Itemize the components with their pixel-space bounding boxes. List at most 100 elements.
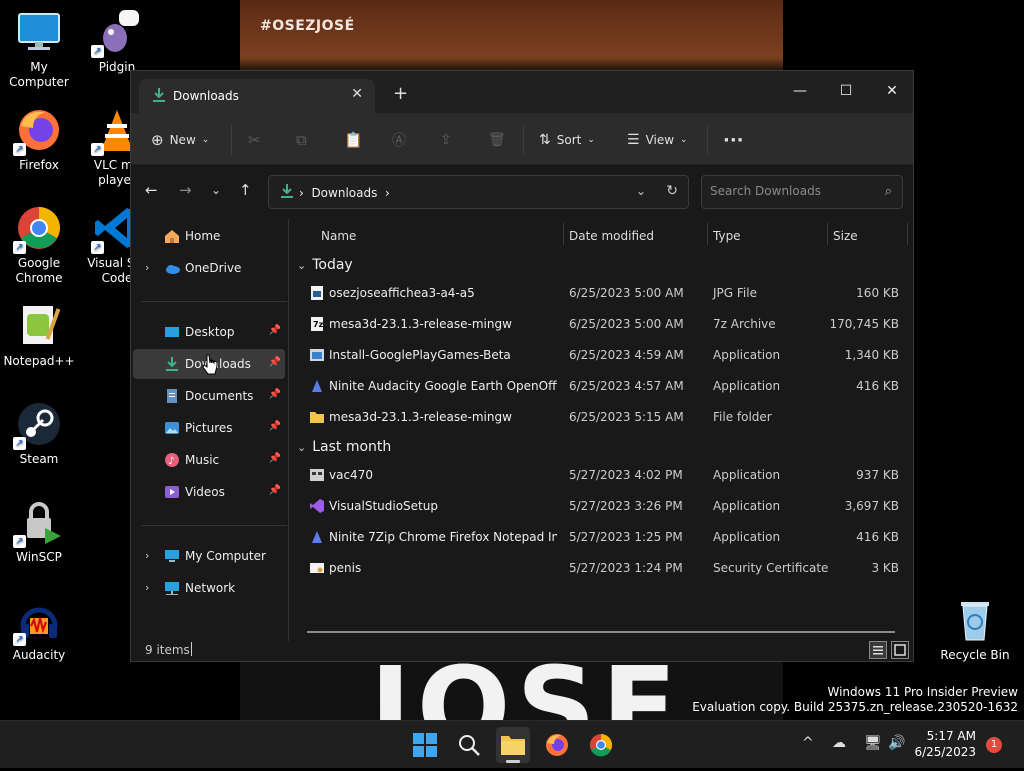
chevron-down-icon: ⌄: [201, 135, 210, 145]
show-hidden-icons-button[interactable]: ^: [802, 735, 814, 751]
desktop-icon-notepadpp[interactable]: Notepad++: [0, 302, 78, 369]
file-row[interactable]: 7z mesa3d-23.1.3-release-mingw 6/25/2023…: [291, 310, 913, 340]
nav-item-network[interactable]: › Network: [133, 573, 285, 603]
notepadpp-icon: [15, 302, 63, 350]
svg-text:♪: ♪: [168, 456, 174, 467]
address-dropdown-button[interactable]: ⌄: [636, 184, 646, 198]
folder-icon: [309, 409, 325, 425]
more-options-button[interactable]: ···: [723, 127, 744, 153]
recent-locations-button[interactable]: ⌄: [211, 183, 221, 197]
desktop-icon-recycle-bin[interactable]: Recycle Bin: [936, 596, 1014, 663]
cut-button[interactable]: ✂: [248, 127, 261, 153]
close-tab-button[interactable]: ✕: [351, 86, 363, 102]
computer-icon: [164, 548, 180, 564]
nav-item-desktop[interactable]: Desktop 📌: [133, 317, 285, 347]
rename-button[interactable]: Ⓐ: [392, 127, 406, 153]
desktop-icon-pidgin[interactable]: ↗ Pidgin: [78, 8, 156, 75]
column-header-date[interactable]: Date modified: [569, 229, 654, 243]
scissors-icon: ✂: [248, 131, 261, 149]
tiles-view-button[interactable]: [891, 641, 909, 659]
search-box[interactable]: ⌕: [701, 175, 903, 209]
chevron-right-icon[interactable]: ›: [145, 581, 149, 594]
file-row[interactable]: Install-GooglePlayGames-Beta 6/25/2023 4…: [291, 341, 913, 371]
taskbar-chrome[interactable]: [588, 732, 614, 758]
taskbar-file-explorer[interactable]: [496, 727, 530, 763]
close-window-button[interactable]: ✕: [869, 77, 915, 105]
mouse-cursor: [202, 354, 218, 379]
nav-item-my-computer[interactable]: › My Computer: [133, 541, 285, 571]
view-button[interactable]: ☰ View ⌄: [627, 127, 688, 153]
details-view-button[interactable]: [869, 641, 887, 659]
nav-item-documents[interactable]: Documents 📌: [133, 381, 285, 411]
pin-icon: 📌: [268, 389, 281, 400]
firefox-icon: [546, 734, 568, 756]
desktop-icon-audacity[interactable]: ↗ Audacity: [0, 596, 78, 663]
file-row[interactable]: VisualStudioSetup 5/27/2023 3:26 PM Appl…: [291, 492, 913, 522]
downloads-icon: [164, 356, 180, 372]
sort-button[interactable]: ⇅ Sort ⌄: [539, 127, 595, 153]
share-button[interactable]: ⇪: [440, 127, 452, 153]
back-button[interactable]: ←: [145, 181, 158, 199]
hand-cursor-icon: [202, 354, 218, 375]
minimize-button[interactable]: —: [777, 77, 823, 105]
search-input[interactable]: [710, 184, 870, 198]
copy-button[interactable]: ⧉: [296, 127, 307, 153]
nav-item-videos[interactable]: Videos 📌: [133, 477, 285, 507]
shortcut-arrow-icon: ↗: [13, 143, 26, 156]
new-button[interactable]: ⊕ New ⌄: [151, 127, 209, 153]
nav-item-pictures[interactable]: Pictures 📌: [133, 413, 285, 443]
cloud-offline-icon[interactable]: ☁: [832, 735, 846, 751]
chevron-down-icon: ⌄: [587, 135, 595, 145]
up-button[interactable]: ↑: [239, 181, 252, 199]
breadcrumb-downloads[interactable]: Downloads: [311, 186, 377, 200]
desktop-icon-my-computer[interactable]: My Computer: [0, 8, 78, 90]
pidgin-icon: ↗: [91, 8, 141, 58]
taskbar: ^ ☁ 🖥 🔊 5:17 AM 6/25/2023 1: [0, 720, 1024, 768]
column-header-name[interactable]: Name: [321, 229, 356, 243]
refresh-button[interactable]: ↻: [666, 183, 678, 199]
nav-item-onedrive[interactable]: › OneDrive: [133, 253, 285, 283]
forward-button[interactable]: →: [179, 181, 192, 199]
horizontal-scrollbar[interactable]: [307, 631, 895, 633]
taskbar-firefox[interactable]: [544, 732, 570, 758]
videos-icon: [164, 484, 180, 500]
pin-icon: 📌: [268, 325, 281, 336]
desktop-icon-chrome[interactable]: ↗ Google Chrome: [0, 204, 78, 286]
arrow-up-icon: ↑: [239, 181, 252, 199]
nav-item-music[interactable]: ♪ Music 📌: [133, 445, 285, 475]
address-bar[interactable]: › Downloads › ⌄ ↻: [268, 175, 689, 209]
start-button[interactable]: [412, 732, 438, 758]
file-row[interactable]: mesa3d-23.1.3-release-mingw 6/25/2023 5:…: [291, 403, 913, 433]
chevron-right-icon[interactable]: ›: [145, 261, 149, 274]
delete-button[interactable]: 🗑: [488, 127, 506, 153]
maximize-button[interactable]: ☐: [823, 77, 869, 105]
column-header-size[interactable]: Size: [833, 229, 858, 243]
desktop-icon-steam[interactable]: ↗ Steam: [0, 400, 78, 467]
computer-icon: [15, 8, 63, 56]
clock[interactable]: 5:17 AM 6/25/2023: [914, 728, 976, 760]
file-row[interactable]: osezjoseaffichea3-a4-a5 6/25/2023 5:00 A…: [291, 279, 913, 309]
file-explorer-icon: [501, 736, 525, 763]
item-count: 9 items: [145, 643, 190, 657]
group-header-last-month[interactable]: ⌄ Last month: [297, 439, 391, 455]
column-header-type[interactable]: Type: [713, 229, 741, 243]
file-row[interactable]: penis 5/27/2023 1:24 PM Security Certifi…: [291, 554, 913, 584]
chevron-right-icon[interactable]: ›: [145, 549, 149, 562]
search-icon[interactable]: ⌕: [885, 184, 892, 199]
file-row[interactable]: Ninite 7Zip Chrome Firefox Notepad Inst.…: [291, 523, 913, 553]
new-tab-button[interactable]: +: [393, 83, 408, 104]
file-row[interactable]: vac470 5/27/2023 4:02 PM Application 937…: [291, 461, 913, 491]
file-row[interactable]: Ninite Audacity Google Earth OpenOffice.…: [291, 372, 913, 402]
paste-button[interactable]: 📋: [344, 127, 363, 153]
tab-downloads[interactable]: Downloads ✕: [139, 79, 375, 113]
volume-icon[interactable]: 🔊: [888, 735, 905, 751]
nav-item-home[interactable]: Home: [133, 221, 285, 251]
audacity-icon: ↗: [13, 596, 63, 646]
desktop-icon-winscp[interactable]: ↗ WinSCP: [0, 498, 78, 565]
network-icon[interactable]: 🖥: [864, 735, 882, 751]
search-button[interactable]: [456, 732, 482, 758]
notification-badge[interactable]: 1: [986, 737, 1002, 753]
desktop-icon-firefox[interactable]: ↗ Firefox: [0, 106, 78, 173]
chevron-down-icon: ⌄: [297, 441, 307, 454]
group-header-today[interactable]: ⌄ Today: [297, 257, 353, 273]
